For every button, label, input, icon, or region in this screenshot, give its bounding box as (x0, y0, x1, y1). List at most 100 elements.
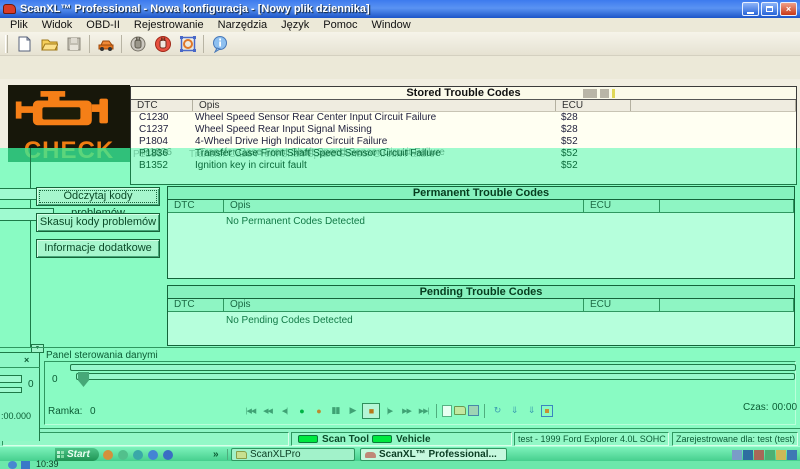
skip-end-icon[interactable]: ▶▶| (416, 403, 431, 419)
rewind-icon[interactable]: ◀◀ (260, 403, 275, 419)
reload-icon[interactable]: ↻ (490, 403, 505, 419)
pending-codes-title: Pending Trouble Codes (168, 286, 794, 299)
task-label: ScanXLPro (250, 449, 301, 460)
system-tray (732, 450, 797, 460)
menu-bar: Plik Widok OBD-II Rejestrowanie Narzędzi… (0, 18, 800, 32)
car-icon (365, 452, 376, 458)
table-row[interactable]: C1237 Wheel Speed Rear Input Signal Miss… (131, 124, 796, 136)
menu-pomoc[interactable]: Pomoc (316, 19, 364, 31)
fragment-close-icon[interactable]: × (24, 355, 29, 365)
glitch-artifact (600, 89, 609, 98)
playback-controls: |◀◀ ◀◀ ◀| ● ● ▮▮ ▶ ■ |▶ ▶▶ ▶▶| ↻ ⇓ ⇓ (243, 401, 553, 420)
status-segment-connections: Scan Tool Vehicle (291, 432, 512, 446)
menu-widok[interactable]: Widok (35, 19, 80, 31)
col-dtc: DTC (168, 299, 224, 311)
quicklaunch-explorer-icon[interactable] (133, 450, 143, 460)
save-file-icon[interactable] (61, 33, 86, 54)
new-file-icon[interactable] (11, 33, 36, 54)
col-opis: Opis (224, 299, 584, 311)
step-back-icon[interactable]: ◀| (277, 403, 292, 419)
record-icon[interactable]: ● (294, 403, 309, 419)
send-icon[interactable]: ⇓ (524, 403, 539, 419)
task-scanxlpro-folder[interactable]: ScanXLPro (231, 448, 355, 461)
engine-icon (12, 89, 126, 133)
tray-icon[interactable] (743, 450, 753, 460)
menu-narzedzia[interactable]: Narzędzia (211, 19, 275, 31)
ecu-cell: $52 (556, 148, 631, 160)
permanent-codes-title: Permanent Trouble Codes (168, 187, 794, 200)
tray-icon[interactable] (787, 450, 797, 460)
col-ecu: ECU (584, 299, 660, 311)
status-segment-empty (2, 432, 289, 446)
connect-icon[interactable] (125, 33, 150, 54)
marker-icon[interactable]: ● (311, 403, 326, 419)
tray-volume-icon[interactable] (776, 450, 786, 460)
info-icon[interactable] (207, 33, 232, 54)
permanent-empty-message: No Permanent Codes Detected (168, 213, 794, 227)
disconnect-icon[interactable] (150, 33, 175, 54)
tray-icon[interactable] (732, 450, 742, 460)
tray-icon[interactable] (765, 450, 775, 460)
play-icon[interactable]: ▶ (345, 403, 360, 419)
menu-obd2[interactable]: OBD-II (79, 19, 127, 31)
windows-flag-icon (57, 451, 65, 459)
toolbar-grip[interactable] (5, 35, 8, 53)
data-panel-title: Panel sterowania danymi (46, 350, 158, 361)
vehicle-icon[interactable] (93, 33, 118, 54)
additional-info-button[interactable]: Informacje dodatkowe (36, 239, 160, 258)
dtc-cell: P1836 (131, 148, 193, 160)
frame-value: 0 (90, 406, 96, 417)
time-value: 00:00 (772, 402, 797, 413)
table-row[interactable]: C1230 Wheel Speed Sensor Rear Center Inp… (131, 112, 796, 124)
status-vehicle-info: test - 1999 Ford Explorer 4.0L SOHC (514, 432, 669, 446)
pause-icon[interactable]: ▮▮ (328, 403, 343, 419)
app-icon (3, 4, 16, 14)
save-log-icon[interactable] (468, 405, 479, 416)
stored-codes-table: Stored Trouble Codes DTC Opis ECU C1230 … (130, 86, 797, 148)
quicklaunch-ie-icon[interactable] (148, 450, 158, 460)
taskbar-separator (227, 449, 228, 460)
menu-plik[interactable]: Plik (3, 19, 35, 31)
toolbar-separator (89, 35, 90, 53)
quicklaunch-overflow-chevron[interactable]: » (213, 449, 219, 460)
col-ecu: ECU (584, 200, 660, 212)
col-dtc: DTC (168, 200, 224, 212)
menu-jezyk[interactable]: Język (274, 19, 316, 31)
tray-network-icon[interactable] (754, 450, 764, 460)
dashboard-icon[interactable] (175, 33, 200, 54)
menu-rejestrowanie[interactable]: Rejestrowanie (127, 19, 211, 31)
stored-codes-header: DTC Opis ECU (131, 100, 796, 112)
minimize-button[interactable] (742, 2, 759, 16)
open-log-icon[interactable] (454, 406, 466, 415)
col-blank (660, 200, 794, 212)
table-row[interactable]: P1804 4-Wheel Drive High Indicator Circu… (131, 136, 796, 148)
opis-cell: 4-Wheel Drive High Indicator Circuit Fai… (193, 136, 556, 148)
opis-cell: Transfer Case Front Shaft Speed Sensor C… (193, 148, 556, 160)
open-file-icon[interactable] (36, 33, 61, 54)
task-scanxl-professional[interactable]: ScanXL™ Professional... (360, 448, 507, 461)
snapshot-icon[interactable] (541, 405, 553, 417)
quicklaunch-media-icon[interactable] (163, 450, 173, 460)
quicklaunch-browser-icon[interactable] (103, 450, 113, 460)
new-log-icon[interactable] (442, 405, 452, 417)
skip-start-icon[interactable]: |◀◀ (243, 403, 258, 419)
col-blank (660, 299, 794, 311)
restore-button[interactable] (761, 2, 778, 16)
opis-cell: Wheel Speed Rear Input Signal Missing (193, 124, 556, 136)
stop-button[interactable]: ■ (362, 403, 380, 419)
table-row[interactable]: B1352 Ignition key in circuit fault $52 (131, 160, 796, 172)
step-forward-icon[interactable]: |▶ (382, 403, 397, 419)
read-codes-button[interactable]: Odczytaj kody problemów (36, 187, 160, 206)
export-icon[interactable]: ⇓ (507, 403, 522, 419)
playback-slider-track[interactable] (70, 364, 796, 371)
table-row[interactable]: P1836 Transfer Case Front Shaft Speed Se… (131, 148, 796, 160)
start-button[interactable]: Start (55, 448, 99, 461)
fast-forward-icon[interactable]: ▶▶ (399, 403, 414, 419)
ecu-cell: $28 (556, 124, 631, 136)
quicklaunch-app-icon[interactable] (118, 450, 128, 460)
clear-codes-button[interactable]: Skasuj kody problemów (36, 213, 160, 232)
menu-window[interactable]: Window (365, 19, 418, 31)
fragment-value: 0 (28, 379, 34, 390)
playback-slider-track2[interactable] (76, 373, 795, 380)
close-button[interactable]: × (780, 2, 797, 16)
